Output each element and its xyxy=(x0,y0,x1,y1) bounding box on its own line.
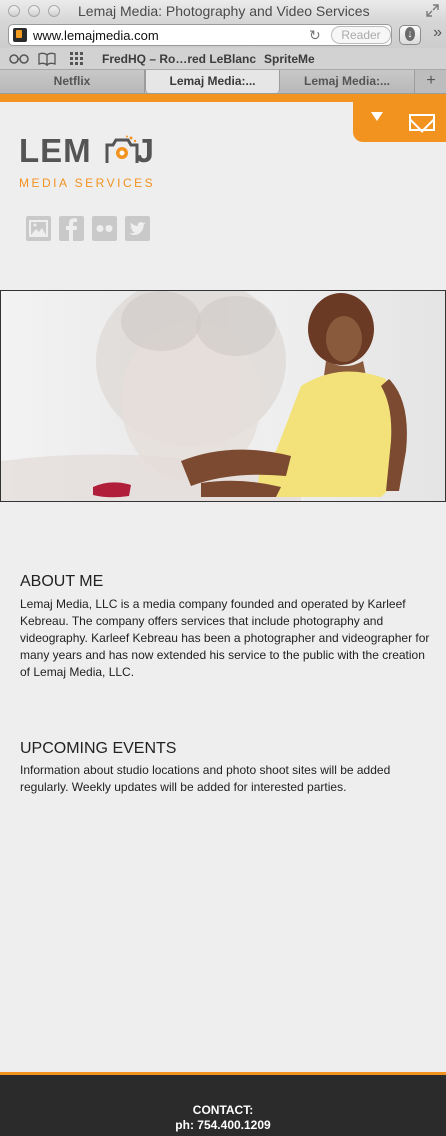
site-logo[interactable]: LEM J MEDIA SERVICES xyxy=(19,124,179,194)
facebook-link[interactable] xyxy=(59,216,84,241)
bookmarks-book-icon[interactable] xyxy=(38,52,56,66)
bookmarks-bar: FredHQ – Ro…red LeBlanc SpriteMe xyxy=(0,48,446,70)
window-title: Lemaj Media: Photography and Video Servi… xyxy=(78,3,370,19)
top-sites-grid-icon[interactable] xyxy=(70,52,84,66)
facebook-icon xyxy=(66,218,77,241)
close-window-button[interactable] xyxy=(8,5,20,17)
toolbar-overflow-chevron-icon[interactable]: » xyxy=(433,24,442,42)
mail-icon[interactable] xyxy=(409,114,435,131)
twitter-link[interactable] xyxy=(125,216,150,241)
contact-label: CONTACT: xyxy=(192,1103,254,1117)
browser-toolbar: www.lemajmedia.com ↻ Reader » xyxy=(0,22,446,48)
flickr-icon xyxy=(96,225,113,232)
flickr-link[interactable] xyxy=(92,216,117,241)
gallery-link[interactable] xyxy=(26,216,51,241)
window-titlebar: Lemaj Media: Photography and Video Servi… xyxy=(0,0,446,22)
logo-subtitle: MEDIA SERVICES xyxy=(19,176,156,190)
tab-bar: Netflix Lemaj Media:... Lemaj Media:... … xyxy=(0,70,446,94)
menu-dropdown-arrow-icon[interactable] xyxy=(371,112,383,121)
tab-netflix[interactable]: Netflix xyxy=(0,70,145,93)
about-body: Lemaj Media, LLC is a media company foun… xyxy=(20,597,430,679)
web-page: LEM J MEDIA SERVICES ABOUT ME Lemaj Medi… xyxy=(0,94,446,1136)
address-bar[interactable]: www.lemajmedia.com ↻ Reader xyxy=(8,24,392,46)
image-icon xyxy=(29,220,48,237)
site-footer: CONTACT: ph: 754.400.1209 xyxy=(0,1072,446,1136)
fullscreen-icon[interactable] xyxy=(426,4,439,17)
events-title: UPCOMING EVENTS xyxy=(20,740,177,757)
reader-button[interactable]: Reader xyxy=(331,26,391,44)
twitter-icon xyxy=(129,222,146,235)
minimize-window-button[interactable] xyxy=(28,5,40,17)
bookmark-fredhq[interactable]: FredHQ – Ro…red LeBlanc xyxy=(102,52,256,66)
tab-lemaj-active[interactable]: Lemaj Media:... xyxy=(145,70,280,93)
reading-list-icon[interactable] xyxy=(9,53,29,65)
logo-word-left: LEM xyxy=(19,132,92,169)
header-accent-strip xyxy=(0,94,446,102)
hero-photo xyxy=(0,290,446,502)
model-photo-illustration xyxy=(1,291,407,501)
bookmark-spriteme[interactable]: SpriteMe xyxy=(264,52,315,66)
events-body: Information about studio locations and p… xyxy=(20,763,391,794)
camera-logo-icon xyxy=(105,135,139,163)
new-tab-button[interactable]: + xyxy=(416,70,446,93)
tab-lemaj-second[interactable]: Lemaj Media:... xyxy=(280,70,415,93)
url-text[interactable]: www.lemajmedia.com xyxy=(33,28,159,43)
downloads-button[interactable] xyxy=(399,25,421,45)
header-corner-tab xyxy=(353,102,446,142)
zoom-window-button[interactable] xyxy=(48,5,60,17)
contact-phone[interactable]: ph: 754.400.1209 xyxy=(0,1118,446,1132)
reload-icon[interactable]: ↻ xyxy=(309,27,321,44)
about-title: ABOUT ME xyxy=(20,573,104,590)
site-favicon-icon xyxy=(13,28,27,42)
